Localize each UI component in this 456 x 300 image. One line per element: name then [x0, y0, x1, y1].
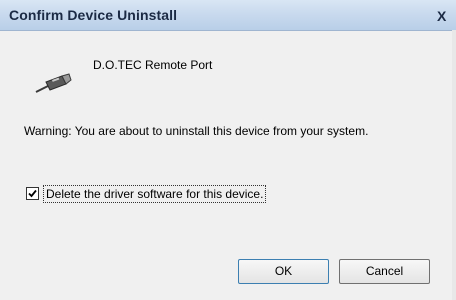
- window-edge: [452, 30, 456, 300]
- ok-button[interactable]: OK: [238, 259, 329, 284]
- checkmark-icon: [28, 189, 37, 198]
- device-name: D.O.TEC Remote Port: [93, 58, 213, 72]
- title-bar[interactable]: Confirm Device Uninstall X: [0, 0, 456, 31]
- close-button[interactable]: X: [437, 6, 456, 26]
- confirm-device-uninstall-dialog: Confirm Device Uninstall X D.O.TEC Remot…: [0, 0, 456, 300]
- warning-message: Warning: You are about to uninstall this…: [24, 124, 369, 138]
- window-title: Confirm Device Uninstall: [9, 7, 178, 23]
- cancel-button[interactable]: Cancel: [339, 259, 430, 284]
- usb-connector-icon: [32, 72, 72, 96]
- delete-driver-label[interactable]: Delete the driver software for this devi…: [42, 185, 267, 203]
- delete-driver-checkbox[interactable]: [26, 187, 39, 200]
